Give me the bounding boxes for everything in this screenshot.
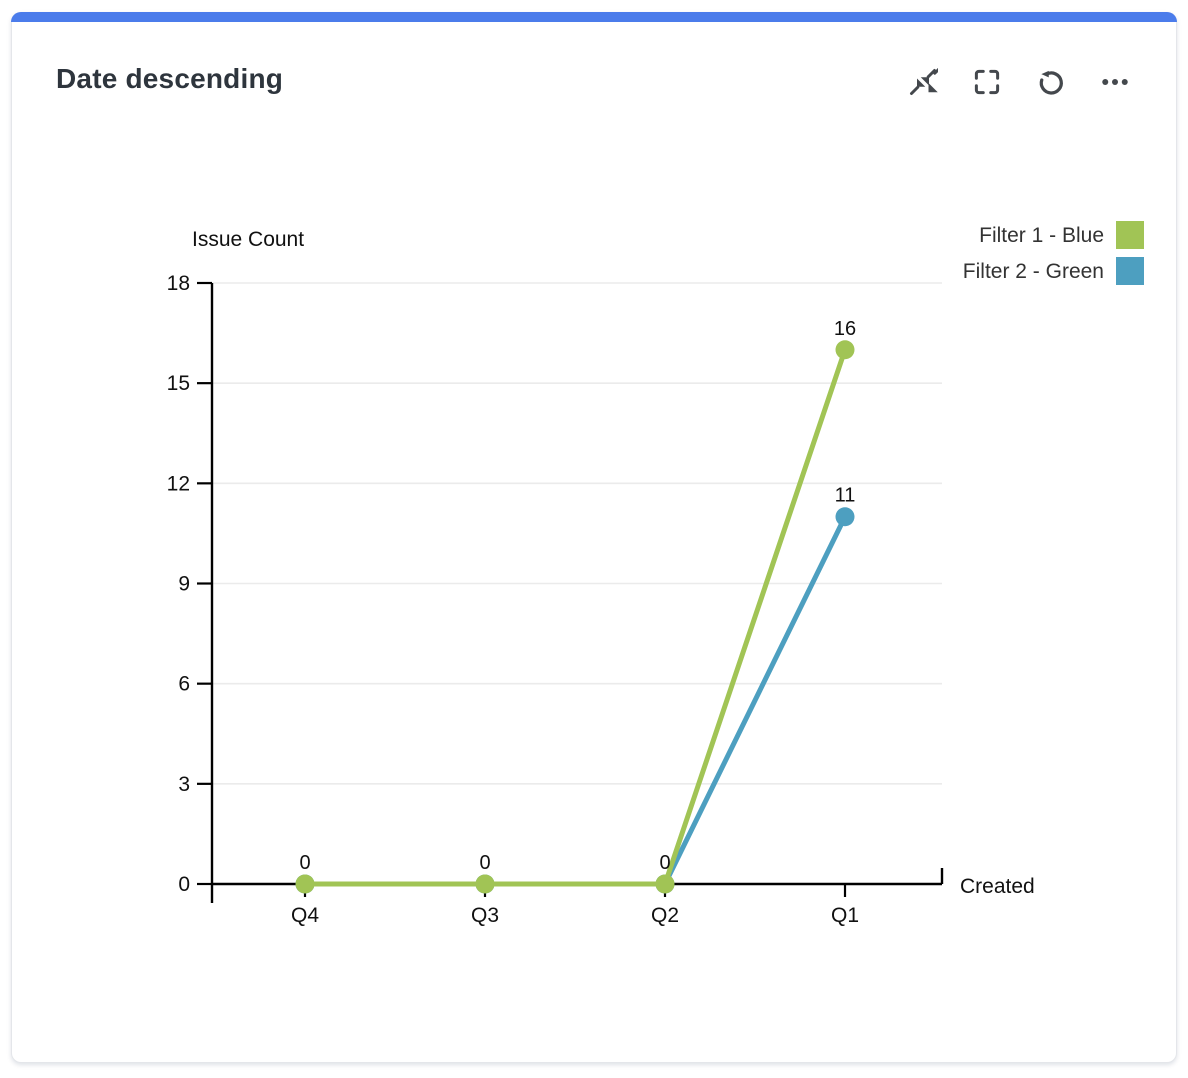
more-button[interactable] [1098, 65, 1132, 99]
card-accent-bar [11, 12, 1177, 22]
fullscreen-button[interactable] [970, 65, 1004, 99]
data-point[interactable] [656, 875, 675, 894]
data-point[interactable] [476, 875, 495, 894]
legend-label[interactable]: Filter 1 - Blue [979, 224, 1104, 247]
collapse-icon [908, 67, 938, 97]
collapse-button[interactable] [906, 65, 940, 99]
gadget-card: Date descending [11, 12, 1177, 1063]
more-icon [1100, 67, 1130, 97]
data-point[interactable] [296, 875, 315, 894]
refresh-button[interactable] [1034, 65, 1068, 99]
fullscreen-icon [972, 67, 1002, 97]
legend-swatch[interactable] [1116, 221, 1144, 249]
refresh-icon [1036, 67, 1066, 97]
dashboard-page: Date descending [0, 0, 1188, 1078]
gadget-actions [906, 65, 1132, 99]
data-point[interactable] [836, 507, 855, 526]
gadget-title: Date descending [56, 63, 283, 95]
legend-label[interactable]: Filter 2 - Green [963, 260, 1104, 283]
data-point[interactable] [836, 340, 855, 359]
legend-swatch[interactable] [1116, 257, 1144, 285]
